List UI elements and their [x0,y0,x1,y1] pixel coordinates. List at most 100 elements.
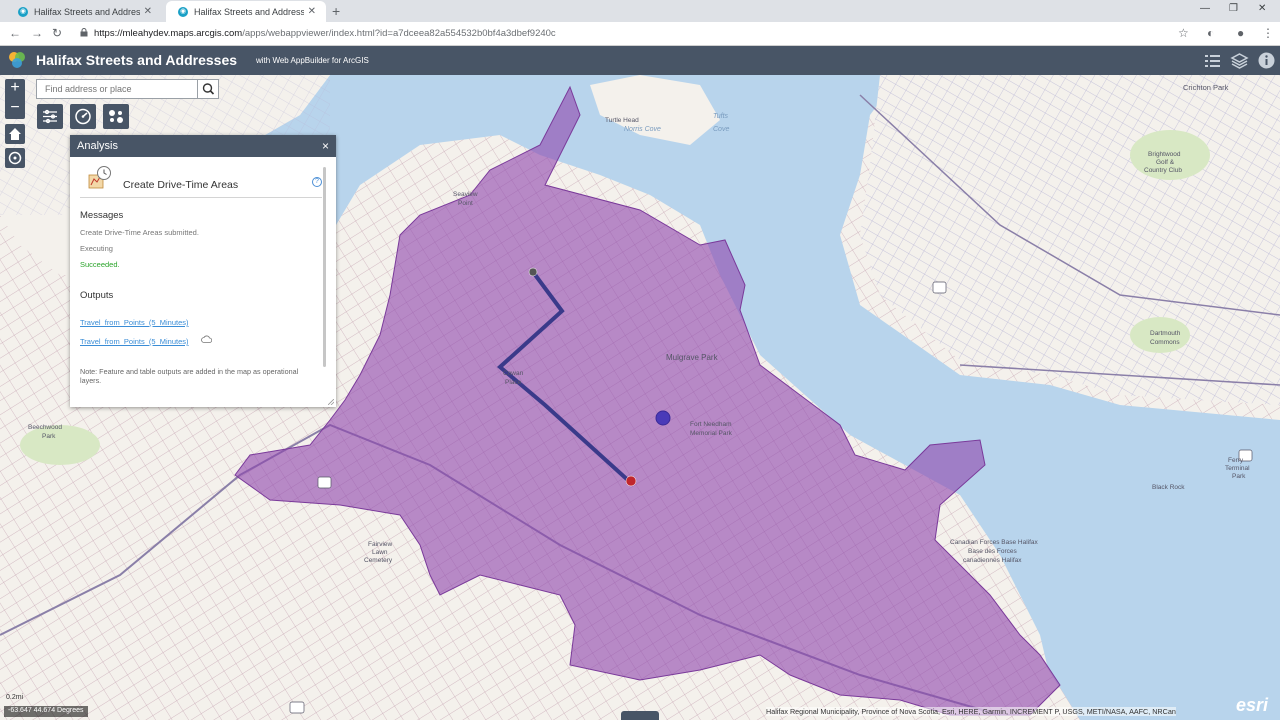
search-icon [202,83,215,95]
tab-title: Halifax Streets and Addresses [194,6,304,17]
coordinate-readout: -63.647 44.674 Degrees [4,706,88,717]
map-label: Park [1232,473,1246,480]
map-label: Base des Forces [968,548,1017,555]
map-label: Cowan [503,370,524,377]
browser-menu-icon[interactable]: ⋮ [1262,26,1274,40]
browser-tab-active[interactable]: ◉ Halifax Streets and Addresses ✕ [166,1,326,22]
map-label: Park [42,433,56,440]
map-label: Terminal [1225,465,1250,472]
forward-icon[interactable]: → [31,26,43,40]
search-input[interactable] [37,80,197,98]
map-label: Ferry [1228,457,1244,464]
resize-handle-icon[interactable] [328,399,334,405]
analysis-panel: Analysis × Create Drive-Time Areas ? Mes… [70,135,336,407]
list-icon[interactable] [1203,51,1222,70]
map-label: Commons [1150,339,1180,346]
panel-scrollbar[interactable] [323,167,326,367]
map-label: Brightwood [1148,151,1181,158]
dashboard-gauge-icon [75,108,91,125]
screen: ◉ Halifax Streets and Addresses - W ✕ ◉ … [0,0,1280,720]
home-button[interactable] [5,124,25,144]
app-logo-icon [9,52,25,68]
map-label: Beechwood [28,424,62,431]
map-label: Memorial Park [690,430,732,437]
back-icon[interactable]: ← [9,26,21,40]
map-label: Norris Cove [624,126,661,133]
widget-analysis-button[interactable] [37,104,63,129]
help-icon[interactable]: ? [312,177,322,187]
scale-bar: 0.2mi [6,694,24,701]
search-button[interactable] [197,80,218,98]
message-item-success: Succeeded. [80,260,120,269]
map-label: canadiennes Halifax [963,557,1022,564]
tab-title: Halifax Streets and Addresses - W [34,6,140,17]
new-tab-icon[interactable]: + [332,3,340,19]
info-icon[interactable] [1257,51,1276,70]
drive-time-tool-icon [88,166,111,189]
map-label: Black Rock [1152,484,1185,491]
map-label: Turtle Head [605,117,639,124]
minimize-icon[interactable]: — [1200,3,1210,14]
zoom-in-button[interactable]: + [5,79,25,99]
restore-icon[interactable]: ❐ [1229,3,1238,14]
browser-tab-bar: ◉ Halifax Streets and Addresses - W ✕ ◉ … [0,0,1280,22]
route-icon [109,110,123,123]
search-box [36,79,219,99]
map-label: Crichton Park [1183,83,1229,92]
arcgis-favicon-icon: ◉ [18,6,28,17]
zoom-out-button[interactable]: − [5,99,25,119]
app-title: Halifax Streets and Addresses [36,52,238,68]
close-icon[interactable]: × [322,139,329,153]
attribute-table-toggle[interactable] [621,711,659,720]
layers-icon[interactable] [1230,51,1249,70]
map-label: Place [505,379,522,386]
address-bar: ← → ↻ https://mleahydev.maps.arcgis.com/… [0,22,1280,46]
map-label: Fort Needham [690,421,732,428]
app-header: Halifax Streets and Addresses with Web A… [0,46,1280,75]
browser-tab-inactive[interactable]: ◉ Halifax Streets and Addresses - W ✕ [6,1,162,22]
output-note: Note: Feature and table outputs are adde… [80,367,299,385]
message-item: Create Drive-Time Areas submitted. [80,228,199,237]
map-label: Mulgrave Park [666,353,718,362]
widget-dashboard-button[interactable] [70,104,96,129]
map-label: Cemetery [364,557,393,564]
app-subtitle: with Web AppBuilder for ArcGIS [256,56,369,65]
bookmark-star-icon[interactable]: ☆ [1178,26,1189,40]
extension-icon[interactable]: ◐ [1207,26,1214,40]
map-label: Seaview [453,191,478,198]
window-close-icon[interactable]: ✕ [1258,3,1266,14]
lock-icon [80,28,88,37]
url-host: https://mleahydev.maps.arcgis.com [94,28,243,39]
map-label: Point [458,200,473,207]
output-link[interactable]: Travel_from_Points_(5_Minutes) [80,337,189,346]
map-label: Canadian Forces Base Halifax [950,539,1038,546]
save-to-cloud-icon[interactable] [201,335,212,344]
url-path: /apps/webappviewer/index.html?id=a7dceea… [242,28,556,39]
arcgis-favicon-icon: ◉ [178,6,188,17]
map-label: Cove [713,126,730,133]
widget-directions-button[interactable] [103,104,129,129]
map-label: Lawn [372,549,388,556]
tab-close-icon[interactable]: ✕ [144,6,152,17]
message-item: Executing [80,244,113,253]
map-label: Tufts [713,113,729,120]
outputs-heading: Outputs [80,290,114,301]
map-label: Fairview [368,541,393,548]
divider [80,197,322,198]
map-label: Country Club [1144,167,1182,174]
messages-heading: Messages [80,210,124,221]
tool-title: Create Drive-Time Areas [123,179,239,191]
reload-icon[interactable]: ↻ [52,26,62,40]
url-field[interactable]: https://mleahydev.maps.arcgis.com/apps/w… [94,28,556,39]
map-label: Golf & [1156,159,1175,166]
map-attribution: Halifax Regional Municipality, Province … [766,707,1176,716]
my-location-button[interactable] [5,148,25,168]
home-icon [9,128,21,140]
analysis-tools-icon [43,109,57,124]
profile-icon[interactable]: ● [1237,26,1244,40]
locate-icon [8,151,22,165]
panel-title: Analysis [77,140,118,152]
tab-close-icon[interactable]: ✕ [308,6,316,17]
zoom-control: + − [5,79,25,119]
output-link[interactable]: Travel_from_Points_(5_Minutes) [80,318,189,327]
